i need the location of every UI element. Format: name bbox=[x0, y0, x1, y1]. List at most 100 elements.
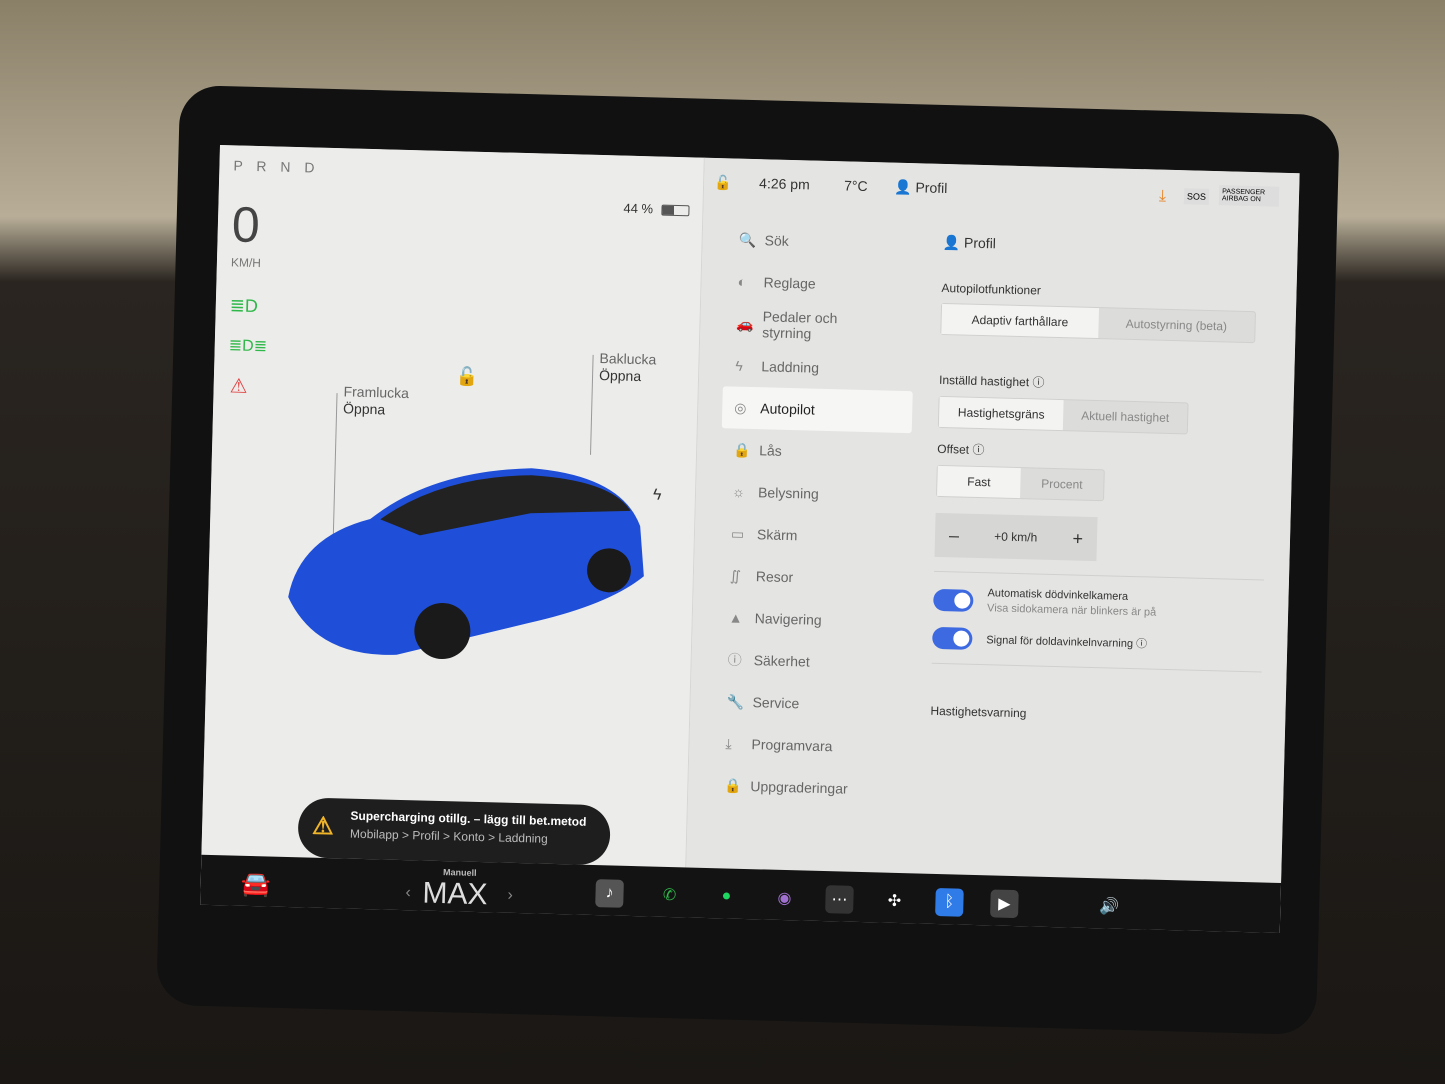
trunk-open-button[interactable]: Baklucka Öppna bbox=[599, 350, 657, 385]
menu-item-laddning[interactable]: ϟ Laddning bbox=[723, 344, 914, 391]
download-icon: ⤓ bbox=[725, 734, 732, 752]
speed-readout: 0 bbox=[231, 196, 261, 254]
menu-label: Sök bbox=[764, 232, 790, 249]
menu-item-programvara[interactable]: ⤓ Programvara bbox=[713, 722, 904, 769]
car-icon: 🚗 bbox=[736, 315, 755, 332]
lock-icon: 🔒 bbox=[733, 441, 751, 458]
trunk-line bbox=[590, 354, 594, 455]
battery-percent: 44 % bbox=[623, 200, 654, 217]
menu-label: Skärm bbox=[756, 526, 798, 544]
increase-button[interactable]: + bbox=[1072, 528, 1083, 549]
spotify-icon[interactable]: ● bbox=[712, 882, 741, 911]
offset-value: +0 km/h bbox=[994, 529, 1038, 545]
autopilot-mode-selector: Adaptiv farthållare Autostyrning (beta) bbox=[940, 302, 1257, 344]
supercharging-alert[interactable]: ⚠ Supercharging otillg. – lägg till bet.… bbox=[297, 797, 611, 866]
menu-label: Reglage bbox=[763, 274, 816, 292]
info-icon[interactable]: ⓘ bbox=[1136, 638, 1147, 650]
fan-increase-chevron-icon[interactable]: › bbox=[507, 887, 513, 905]
gear-selector: P R N D bbox=[233, 157, 320, 176]
menu-item-pedaler[interactable]: 🚗 Pedaler och styrning bbox=[724, 302, 915, 349]
settings-menu: 🔍 Sök ◐ Reglage 🚗 Pedaler och styrning ϟ Lad… bbox=[712, 218, 917, 811]
option-percent[interactable]: Procent bbox=[1020, 468, 1104, 500]
download-icon: ⤓ bbox=[1158, 187, 1167, 205]
menu-item-sok[interactable]: 🔍 Sök bbox=[726, 218, 917, 265]
trunk-action: Öppna bbox=[598, 367, 642, 385]
fog-lights-icon: ≣D≣ bbox=[228, 337, 268, 356]
blindspot-camera-toggle[interactable] bbox=[933, 588, 974, 612]
profile-title: Profil bbox=[963, 234, 997, 252]
frunk-open-button[interactable]: Framlucka Öppna bbox=[343, 383, 409, 419]
theater-icon[interactable]: ▶ bbox=[990, 889, 1019, 919]
menu-item-service[interactable]: 🔧 Service bbox=[714, 680, 905, 727]
battery-icon bbox=[661, 204, 690, 217]
car-model-image bbox=[288, 468, 644, 659]
fan-speed[interactable]: MAX bbox=[422, 877, 488, 913]
sun-icon: ☼ bbox=[731, 483, 746, 500]
option-fixed[interactable]: Fast bbox=[937, 465, 1021, 499]
blindspot-camera-row: Automatisk dödvinkelkamera Visa sidokamer… bbox=[933, 586, 1264, 622]
option-autosteer[interactable]: Autostyrning (beta) bbox=[1098, 308, 1255, 342]
sos-button[interactable]: SOS bbox=[1183, 188, 1210, 205]
menu-label: Resor bbox=[755, 568, 794, 586]
blindspot-chime-row: Signal för doldavinkelnvarning ⓘ bbox=[932, 626, 1262, 658]
more-apps-icon[interactable]: ⋯ bbox=[825, 885, 854, 914]
info-icon[interactable]: ⓘ bbox=[972, 443, 984, 457]
menu-item-uppgraderingar[interactable]: 🔒 Uppgraderingar bbox=[712, 764, 903, 811]
menu-label: Programvara bbox=[751, 736, 833, 755]
menu-label: Laddning bbox=[761, 358, 820, 376]
toggle-title: Automatisk dödvinkelkamera bbox=[987, 587, 1129, 603]
toggle-icon: ◐ bbox=[737, 273, 747, 290]
seatbelt-warning-icon: ⚠ bbox=[229, 375, 248, 398]
bag-icon: 🔒 bbox=[724, 776, 743, 794]
menu-item-sakerhet[interactable]: ⓘ Säkerhet bbox=[715, 638, 906, 685]
search-icon: 🔍 bbox=[738, 231, 757, 248]
option-speed-limit[interactable]: Hastighetsgräns bbox=[938, 396, 1064, 431]
clock: 4:26 pm bbox=[758, 175, 810, 193]
menu-item-reglage[interactable]: ◐ Reglage bbox=[725, 260, 916, 307]
menu-item-belysning[interactable]: ☼ Belysning bbox=[720, 470, 911, 517]
touchscreen: P R N D 0 KM/H ≣D ≣D≣ ⚠ 44 % Framlucka Öp… bbox=[200, 145, 1300, 934]
profile-button[interactable]: 👤 Profil bbox=[894, 179, 948, 197]
offset-stepper: – +0 km/h + bbox=[934, 512, 1098, 562]
speed-unit: KM/H bbox=[230, 255, 262, 271]
lock-status-icon[interactable]: 🔓 bbox=[714, 174, 732, 191]
display-icon: ▭ bbox=[730, 525, 745, 542]
unlock-icon[interactable]: 🔓 bbox=[456, 366, 479, 388]
info-icon[interactable]: ⓘ bbox=[1032, 375, 1044, 389]
volume-icon[interactable]: 🔊 bbox=[1095, 892, 1124, 921]
menu-label: Lås bbox=[758, 442, 782, 459]
trips-icon: ∬ bbox=[729, 566, 742, 584]
music-icon[interactable]: ♪ bbox=[595, 879, 624, 908]
decrease-button[interactable]: – bbox=[949, 525, 960, 546]
option-current-speed[interactable]: Aktuell hastighet bbox=[1063, 400, 1188, 433]
frunk-label: Framlucka bbox=[343, 383, 410, 402]
car-panel: P R N D 0 KM/H ≣D ≣D≣ ⚠ 44 % Framlucka Öp… bbox=[201, 145, 705, 868]
toggle-subtitle: Visa sidokamera när blinkers är på bbox=[986, 602, 1157, 619]
menu-item-autopilot[interactable]: ◎ Autopilot bbox=[721, 386, 913, 434]
camera-icon[interactable]: ◉ bbox=[770, 884, 799, 913]
bolt-icon: ϟ bbox=[735, 357, 744, 374]
menu-item-las[interactable]: 🔒 Lås bbox=[721, 428, 912, 475]
option-adaptive-cruise[interactable]: Adaptiv farthållare bbox=[941, 303, 1099, 339]
menu-item-resor[interactable]: ∬ Resor bbox=[717, 554, 908, 601]
charge-port-icon[interactable]: ϟ bbox=[653, 486, 662, 504]
headlights-icon: ≣D bbox=[229, 295, 259, 317]
profile-label: Profil bbox=[915, 179, 948, 197]
settings-panel: 🔓 4:26 pm 7°C 👤 Profil ⤓ SOS PASSENGER A… bbox=[686, 157, 1300, 884]
fan-decrease-chevron-icon[interactable]: ‹ bbox=[405, 884, 411, 902]
profile-header: 👤 Profil bbox=[942, 233, 997, 252]
car-icon[interactable]: 🚘 bbox=[240, 870, 271, 900]
tidal-icon[interactable]: ✣ bbox=[880, 887, 909, 916]
menu-label: Säkerhet bbox=[753, 652, 810, 670]
menu-item-skarm[interactable]: ▭ Skärm bbox=[718, 512, 909, 559]
passenger-airbag-status: PASSENGER AIRBAG ON bbox=[1218, 185, 1280, 207]
blindspot-chime-toggle[interactable] bbox=[932, 626, 973, 650]
trunk-label: Baklucka bbox=[599, 350, 657, 368]
toggle-title: Signal för doldavinkelnvarning bbox=[986, 634, 1134, 651]
phone-icon[interactable]: ✆ bbox=[655, 881, 684, 910]
menu-label: Navigering bbox=[754, 610, 822, 628]
menu-label: Service bbox=[752, 694, 800, 712]
alert-title: Supercharging otillg. – lägg till bet.me… bbox=[350, 808, 587, 829]
bluetooth-icon[interactable]: ᛒ bbox=[935, 887, 964, 917]
menu-item-navigering[interactable]: ▲ Navigering bbox=[716, 596, 907, 643]
